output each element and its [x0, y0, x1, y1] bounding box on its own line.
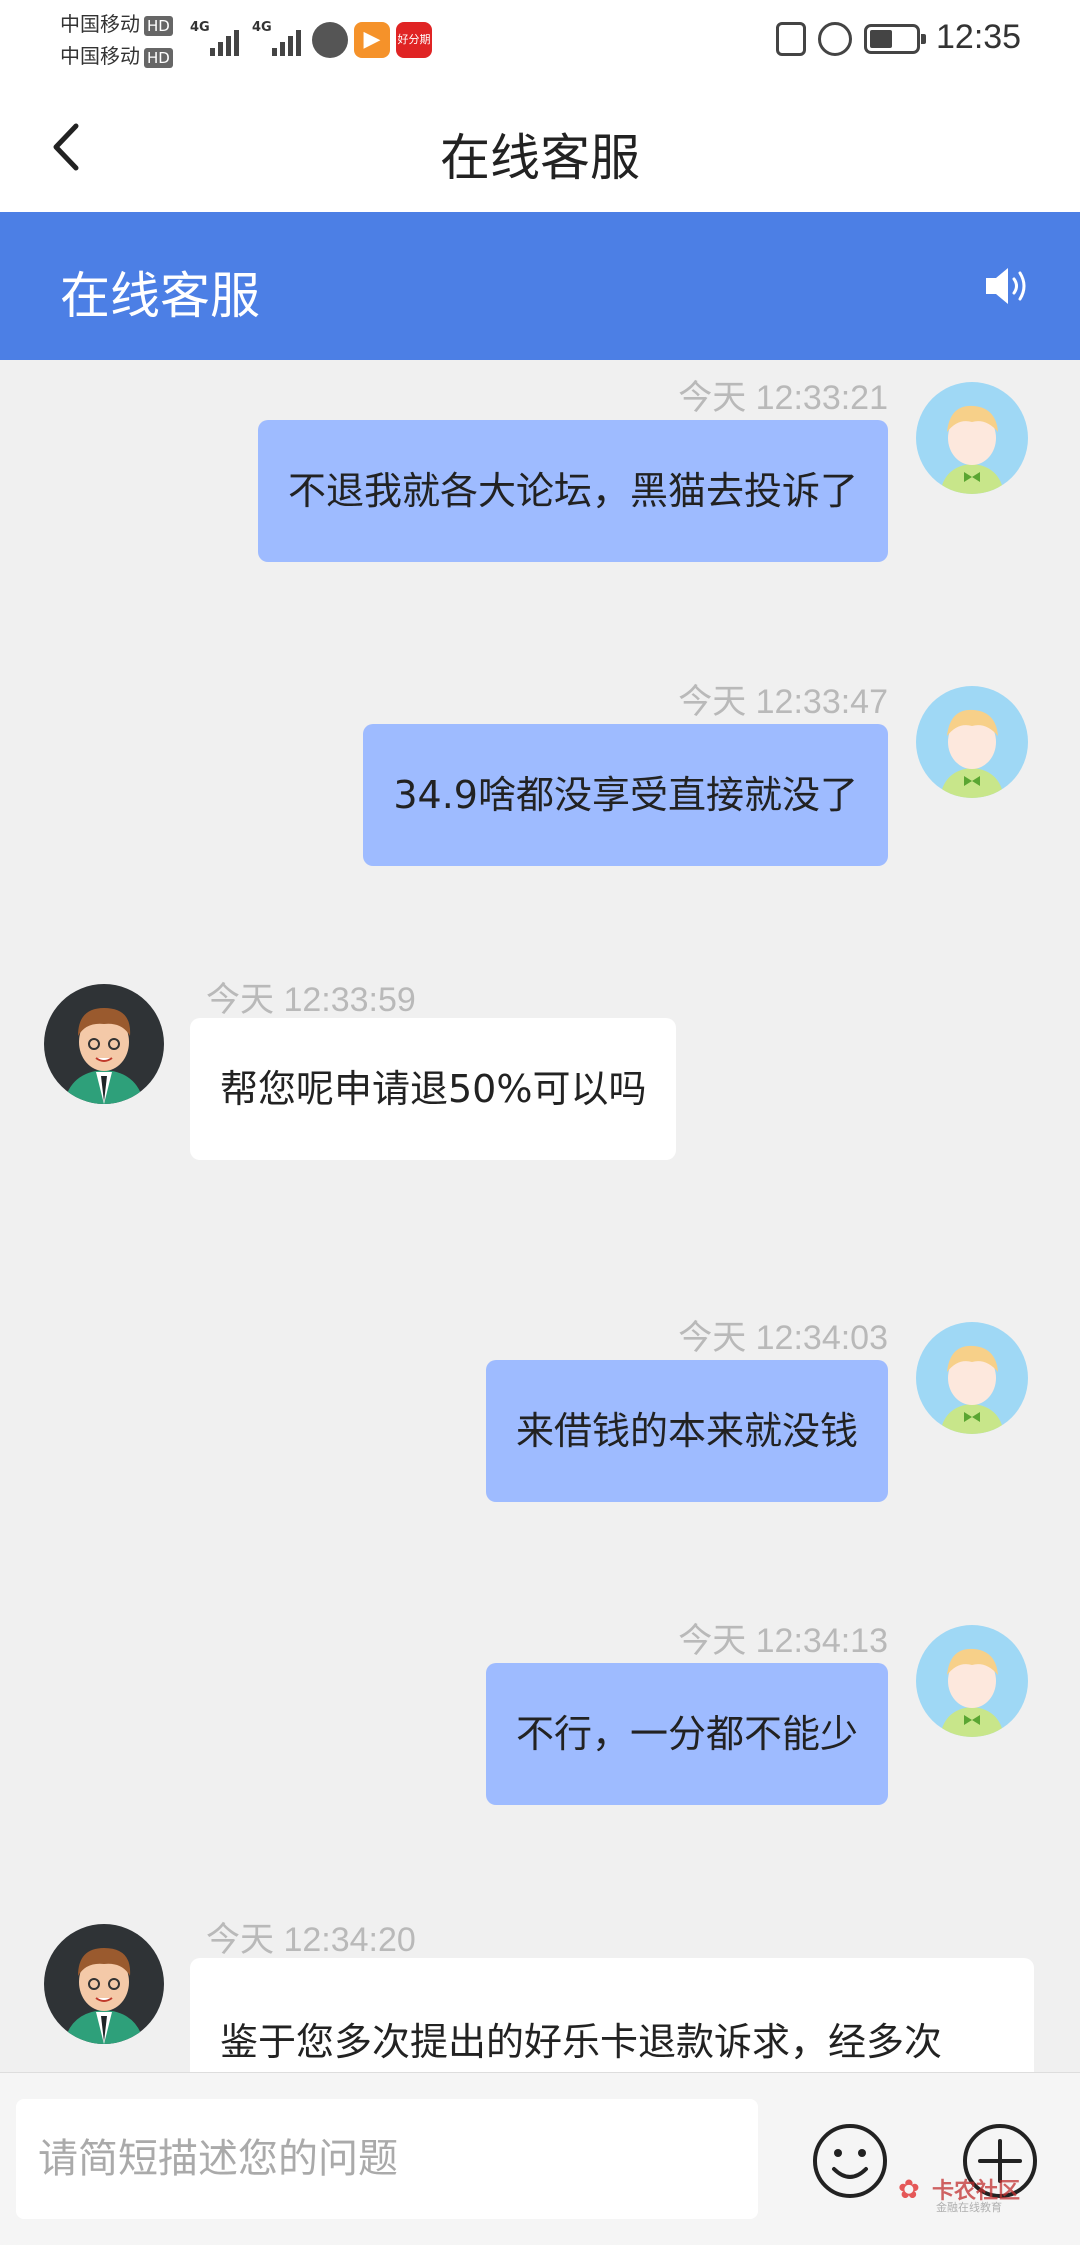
user-message-bubble[interactable]: 来借钱的本来就没钱 — [485, 1360, 888, 1502]
carrier-2: 中国移动 HD — [60, 44, 173, 68]
watermark-mark-icon: ✿ — [898, 2175, 920, 2205]
watermark-subtitle: 金融在线教育 — [936, 2201, 1002, 2214]
user-avatar[interactable] — [916, 686, 1028, 798]
network-type: 4G — [252, 20, 272, 35]
user-avatar[interactable] — [916, 1322, 1028, 1434]
emoji-icon[interactable] — [810, 2121, 890, 2201]
message-time: 今天 12:33:47 — [678, 683, 888, 721]
alarm-icon — [818, 22, 852, 56]
loan-app-icon: 好分期 — [396, 22, 432, 58]
message-time: 今天 12:34:20 — [206, 1921, 416, 1959]
page-title: 在线客服 — [440, 129, 640, 187]
hd-badge: HD — [144, 48, 173, 68]
input-bar: 请简短描述您的问题 ✿ 卡农社区 金融在线教育 — [0, 2072, 1080, 2245]
message-time: 今天 12:34:03 — [678, 1319, 888, 1357]
agent-avatar[interactable] — [44, 984, 164, 1104]
status-bar: 中国移动 HD 中国移动 HD 4G 4G ▶ 好分期 12:35 — [0, 0, 1080, 82]
browser-app-icon — [312, 22, 348, 58]
user-message-bubble[interactable]: 34.9啥都没享受直接就没了 — [363, 724, 888, 866]
agent-message-bubble[interactable]: 帮您呢申请退50%可以吗 — [190, 1018, 677, 1160]
message-time: 今天 12:34:13 — [678, 1622, 888, 1660]
user-message-bubble[interactable]: 不退我就各大论坛，黑猫去投诉了 — [257, 420, 888, 562]
chat-header: 在线客服 — [0, 212, 1080, 360]
nav-bar: 在线客服 — [0, 82, 1080, 212]
user-avatar[interactable] — [916, 1625, 1028, 1737]
video-app-icon: ▶ — [354, 22, 390, 58]
speaker-icon[interactable] — [982, 264, 1032, 308]
network-type: 4G — [190, 20, 210, 35]
status-time: 12:35 — [936, 18, 1022, 56]
message-time: 今天 12:33:59 — [206, 981, 416, 1019]
battery-icon — [864, 24, 926, 54]
message-time: 今天 12:33:21 — [678, 379, 888, 417]
carrier-1: 中国移动 HD — [60, 12, 173, 36]
message-list[interactable]: 今天 12:33:21 不退我就各大论坛，黑猫去投诉了 今天 12:33:47 … — [0, 360, 1080, 2072]
chat-header-title: 在线客服 — [60, 267, 260, 325]
agent-avatar[interactable] — [44, 1924, 164, 2044]
message-input[interactable]: 请简短描述您的问题 — [16, 2099, 758, 2219]
hd-badge: HD — [144, 16, 173, 36]
nfc-icon — [776, 22, 806, 56]
agent-message-bubble[interactable]: 鉴于您多次提出的好乐卡退款诉求，经多次 — [190, 1958, 1034, 2072]
user-message-bubble[interactable]: 不行，一分都不能少 — [485, 1663, 888, 1805]
watermark-logo: ✿ 卡农社区 金融在线教育 — [898, 2171, 1028, 2217]
user-avatar[interactable] — [916, 382, 1028, 494]
